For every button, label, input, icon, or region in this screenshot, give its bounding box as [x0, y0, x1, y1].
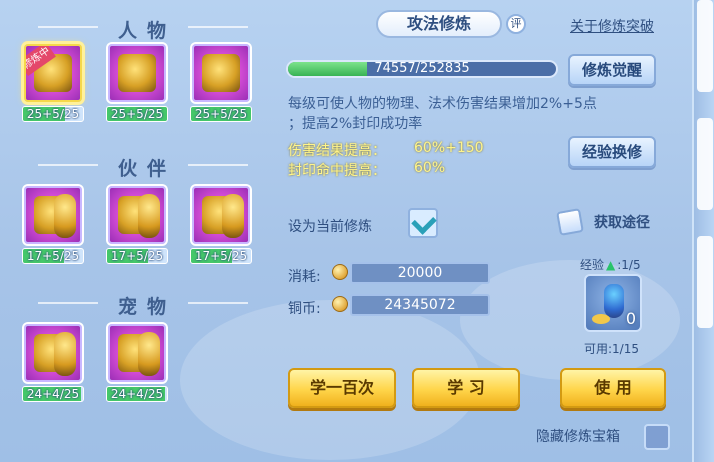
- side-tab[interactable]: [697, 0, 713, 92]
- progress-bar: 17+5/25: [22, 248, 84, 264]
- cost-value: 20000: [350, 262, 490, 284]
- damage-bonus-value: 60%+150: [414, 140, 484, 156]
- available-label: 可用:1/15: [584, 342, 639, 356]
- slot-partner-2[interactable]: 17+5/25: [106, 186, 168, 264]
- progress-bar: 25+5/25: [22, 106, 84, 122]
- seal-bonus-label: 封印命中提高：: [288, 163, 386, 179]
- rating-badge[interactable]: 评: [506, 14, 526, 34]
- slot-people-1[interactable]: 修炼中 25+5/25: [22, 44, 84, 122]
- slot-partner-3[interactable]: 17+5/25: [190, 186, 252, 264]
- exp-item[interactable]: 0: [584, 274, 642, 332]
- training-window: 人物 修炼中 25+5/25 25+5/25 25+5/25 伙伴 17+5/2…: [0, 0, 714, 462]
- level-text: 25+5/25: [26, 107, 80, 121]
- vase-icon: [604, 284, 624, 318]
- slot-partner-1[interactable]: 17+5/25: [22, 186, 84, 264]
- pet-attack-icon[interactable]: [24, 324, 82, 382]
- damage-bonus-label: 伤害结果提高：: [288, 143, 386, 159]
- slot-pet-2[interactable]: 24+4/25: [106, 324, 168, 402]
- side-tab[interactable]: [697, 236, 713, 328]
- seal-bonus-value: 60%: [414, 160, 446, 176]
- partner-magic-icon[interactable]: [192, 186, 250, 244]
- use-button[interactable]: 使 用: [560, 368, 666, 408]
- progress-bar: 17+5/25: [190, 248, 252, 264]
- section-title-pet: 宠物: [38, 292, 248, 319]
- exp-label-text: 经验: [580, 258, 605, 272]
- description-line-1: 每级可使人物的物理、法术伤害结果增加2%+5点: [288, 96, 597, 112]
- learn-hundred-button[interactable]: 学一百次: [288, 368, 396, 408]
- slot-people-2[interactable]: 25+5/25: [106, 44, 168, 122]
- copper-label: 铜币:: [288, 301, 321, 317]
- right-edge-tabs: [692, 0, 714, 462]
- side-tab[interactable]: [697, 118, 713, 210]
- right-panel: 攻法修炼 评 关于修炼突破 74557/252835 修炼觉醒 每级可使人物的物…: [268, 6, 692, 456]
- level-text: 17+5/25: [110, 249, 164, 263]
- breakthrough-link[interactable]: 关于修炼突破: [570, 16, 654, 36]
- level-text: 24+4/25: [110, 387, 164, 401]
- hide-chest-label: 隐藏修炼宝箱: [536, 429, 620, 445]
- progress-bar: 25+5/25: [190, 106, 252, 122]
- slot-pet-1[interactable]: 24+4/25: [22, 324, 84, 402]
- exp-item-count: 0: [625, 309, 636, 328]
- level-text: 17+5/25: [26, 249, 80, 263]
- people-defense-icon[interactable]: [108, 44, 166, 102]
- pet-defense-icon[interactable]: [108, 324, 166, 382]
- level-text: 24+4/25: [26, 387, 80, 401]
- progress-bar: 24+4/25: [106, 386, 168, 402]
- description: 每级可使人物的物理、法术伤害结果增加2%+5点 ；提高2%封印成功率: [288, 94, 664, 134]
- awaken-button[interactable]: 修炼觉醒: [568, 54, 656, 86]
- people-magic-icon[interactable]: [192, 44, 250, 102]
- progress-bar: 24+4/25: [22, 386, 84, 402]
- progress-bar: 25+5/25: [106, 106, 168, 122]
- progress-bar: 17+5/25: [106, 248, 168, 264]
- level-text: 25+5/25: [194, 107, 248, 121]
- level-text: 25+5/25: [110, 107, 164, 121]
- hide-chest-checkbox[interactable]: [644, 424, 670, 450]
- exp-progress: 74557/252835: [286, 60, 558, 78]
- coin-icon: [332, 264, 348, 280]
- coin-icon: [332, 296, 348, 312]
- description-line-2: ；提高2%封印成功率: [288, 116, 423, 132]
- book-icon[interactable]: [556, 208, 584, 236]
- set-current-label: 设为当前修炼: [288, 219, 372, 235]
- exp-exchange-button[interactable]: 经验换修: [568, 136, 656, 168]
- slot-people-3[interactable]: 25+5/25: [190, 44, 252, 122]
- section-title-people: 人物: [38, 16, 248, 43]
- exp-label: 经验 ▲:1/5: [580, 256, 641, 273]
- cost-label: 消耗:: [288, 269, 321, 285]
- left-panel: 人物 修炼中 25+5/25 25+5/25 25+5/25 伙伴 17+5/2…: [8, 6, 262, 456]
- section-title-partner: 伙伴: [38, 154, 248, 181]
- title-badge: 攻法修炼: [376, 10, 502, 38]
- exp-level: :1/5: [617, 258, 641, 272]
- people-attack-icon[interactable]: 修炼中: [24, 44, 82, 102]
- gold-icon: [592, 314, 610, 324]
- get-path-link[interactable]: 获取途径: [594, 212, 650, 232]
- copper-value: 24345072: [350, 294, 490, 316]
- partner-defense-icon[interactable]: [108, 186, 166, 244]
- level-text: 17+5/25: [194, 249, 248, 263]
- exp-progress-text: 74557/252835: [374, 61, 470, 76]
- set-current-checkbox[interactable]: [408, 208, 438, 238]
- learn-button[interactable]: 学 习: [412, 368, 520, 408]
- partner-attack-icon[interactable]: [24, 186, 82, 244]
- up-arrow-icon: ▲: [606, 258, 616, 272]
